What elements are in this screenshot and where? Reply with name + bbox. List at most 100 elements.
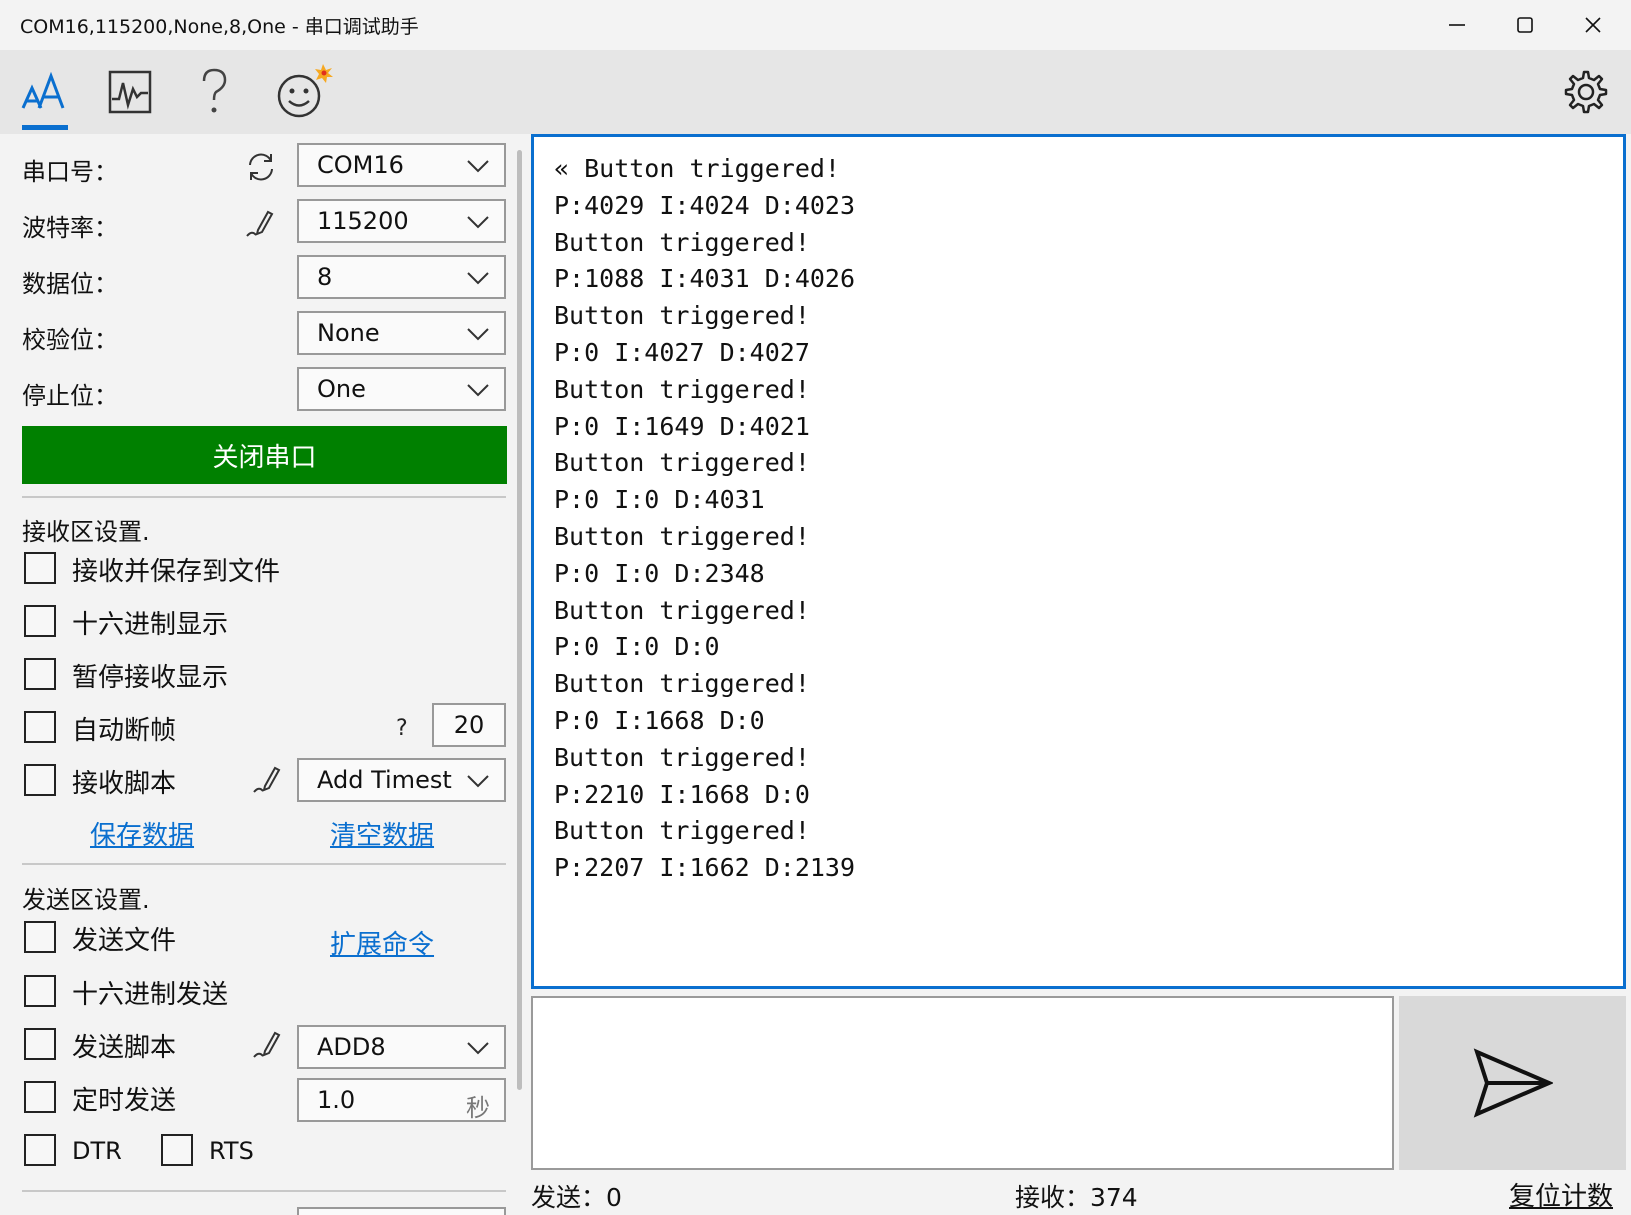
pen-icon xyxy=(253,1031,281,1058)
send-script-value: ADD8 xyxy=(317,1033,386,1061)
save-to-file-label: 接收并保存到文件 xyxy=(72,557,281,587)
receive-textarea[interactable]: « Button triggered! P:4029 I:4024 D:4023 B… xyxy=(531,134,1626,989)
databits-label: 数据位： xyxy=(22,270,118,298)
parity-label: 校验位： xyxy=(22,326,118,354)
auto-frame-timeout-value: 20 xyxy=(453,711,485,739)
receive-line: P:2210 I:1668 D:0 xyxy=(554,779,810,809)
refresh-ports-button[interactable] xyxy=(244,150,278,188)
send-input[interactable] xyxy=(531,996,1394,1170)
receive-line: P:4029 I:4024 D:4023 xyxy=(554,190,856,220)
dtr-label: DTR xyxy=(72,1137,122,1165)
send-script-checkbox[interactable] xyxy=(24,1028,56,1060)
edit-baud-button[interactable] xyxy=(244,208,276,244)
timed-interval-value: 1.0 xyxy=(317,1086,356,1114)
parity-select[interactable]: None xyxy=(297,311,506,355)
send-button[interactable] xyxy=(1399,996,1626,1170)
chevron-down-icon xyxy=(467,1042,489,1055)
hex-display-checkbox[interactable] xyxy=(24,605,56,637)
auto-frame-timeout-input[interactable]: 20 xyxy=(432,703,506,747)
clear-data-link[interactable]: 清空数据 xyxy=(330,815,434,852)
cutoff-select[interactable] xyxy=(297,1207,506,1215)
timed-send-checkbox[interactable] xyxy=(24,1081,56,1113)
baud-label: 波特率： xyxy=(22,214,118,242)
receive-line: P:0 I:4027 D:4027 xyxy=(554,337,810,367)
toolbar xyxy=(0,50,1631,134)
receive-script-checkbox[interactable] xyxy=(24,764,56,796)
chevron-down-icon xyxy=(467,160,489,173)
send-paper-plane-icon xyxy=(1473,1048,1553,1118)
pause-display-label: 暂停接收显示 xyxy=(72,663,229,693)
receive-line: Button triggered! xyxy=(554,227,810,257)
stopbits-select[interactable]: One xyxy=(297,367,506,411)
extend-command-link[interactable]: 扩展命令 xyxy=(330,924,434,961)
send-file-checkbox[interactable] xyxy=(24,921,56,953)
pause-display-checkbox[interactable] xyxy=(24,658,56,690)
baud-value: 115200 xyxy=(317,207,409,235)
receive-log: « Button triggered! P:4029 I:4024 D:4023 B… xyxy=(554,151,855,887)
auto-frame-help[interactable]: ? xyxy=(396,716,408,741)
divider xyxy=(22,1190,506,1192)
receive-line: P:0 I:0 D:2348 xyxy=(554,558,765,588)
pen-icon xyxy=(246,210,274,237)
received-count: 接收：374 xyxy=(1015,1183,1138,1212)
baud-select[interactable]: 115200 xyxy=(297,199,506,243)
minimize-button[interactable] xyxy=(1423,0,1491,50)
close-button[interactable] xyxy=(1559,0,1627,50)
save-to-file-checkbox[interactable] xyxy=(24,552,56,584)
dtr-checkbox[interactable] xyxy=(24,1134,56,1166)
close-port-button[interactable]: 关闭串口 xyxy=(22,426,507,484)
databits-select[interactable]: 8 xyxy=(297,255,506,299)
receive-script-select[interactable]: Add Timest xyxy=(297,758,506,802)
waveform-chart-icon xyxy=(108,70,152,114)
maximize-button[interactable] xyxy=(1491,0,1559,50)
gear-icon xyxy=(1564,70,1608,114)
close-icon xyxy=(1585,17,1601,33)
receive-line: Button triggered! xyxy=(554,374,810,404)
port-value: COM16 xyxy=(317,151,404,179)
hex-display-label: 十六进制显示 xyxy=(72,610,229,640)
auto-frame-label: 自动断帧 xyxy=(72,716,177,746)
font-size-icon xyxy=(21,71,65,109)
pen-icon xyxy=(253,766,281,793)
receive-line: Button triggered! xyxy=(554,742,810,772)
rts-checkbox[interactable] xyxy=(161,1134,193,1166)
refresh-icon xyxy=(249,153,273,181)
receive-script-label: 接收脚本 xyxy=(72,769,177,799)
divider xyxy=(22,863,506,865)
sent-count: 发送：0 xyxy=(531,1183,622,1212)
timed-send-label: 定时发送 xyxy=(72,1086,177,1116)
receive-script-value: Add Timest xyxy=(317,766,452,794)
stopbits-value: One xyxy=(317,375,366,403)
chevron-down-icon xyxy=(467,272,489,285)
auto-frame-checkbox[interactable] xyxy=(24,711,56,743)
hex-send-label: 十六进制发送 xyxy=(72,980,229,1010)
tab-chart-mode[interactable] xyxy=(102,64,158,120)
port-label: 串口号： xyxy=(22,158,118,186)
send-file-label: 发送文件 xyxy=(72,926,177,956)
edit-receive-script-button[interactable] xyxy=(251,764,283,800)
receive-line: P:0 I:1668 D:0 xyxy=(554,705,765,735)
tab-text-mode[interactable] xyxy=(17,64,73,120)
edit-send-script-button[interactable] xyxy=(251,1029,283,1065)
rts-label: RTS xyxy=(209,1137,254,1165)
send-script-select[interactable]: ADD8 xyxy=(297,1025,506,1069)
divider xyxy=(22,496,506,498)
reset-count-link[interactable]: 复位计数 xyxy=(1509,1176,1613,1213)
settings-button[interactable] xyxy=(1558,64,1614,120)
active-tab-indicator xyxy=(22,125,68,130)
port-select[interactable]: COM16 xyxy=(297,143,506,187)
hex-send-checkbox[interactable] xyxy=(24,975,56,1007)
tab-about[interactable] xyxy=(272,64,336,120)
timed-interval-unit: 秒 xyxy=(466,1094,490,1122)
receive-line: « Button triggered! xyxy=(554,154,840,183)
smiley-icon xyxy=(277,64,333,118)
timed-interval-input[interactable]: 1.0 秒 xyxy=(297,1078,506,1122)
receive-line: Button triggered! xyxy=(554,448,810,478)
save-data-link[interactable]: 保存数据 xyxy=(90,815,194,852)
tab-help[interactable] xyxy=(186,64,242,120)
send-settings-title: 发送区设置. xyxy=(22,886,150,914)
minimize-icon xyxy=(1449,24,1465,26)
receive-line: Button triggered! xyxy=(554,595,810,625)
panel-scrollbar[interactable] xyxy=(517,150,522,1090)
chevron-down-icon xyxy=(467,775,489,788)
